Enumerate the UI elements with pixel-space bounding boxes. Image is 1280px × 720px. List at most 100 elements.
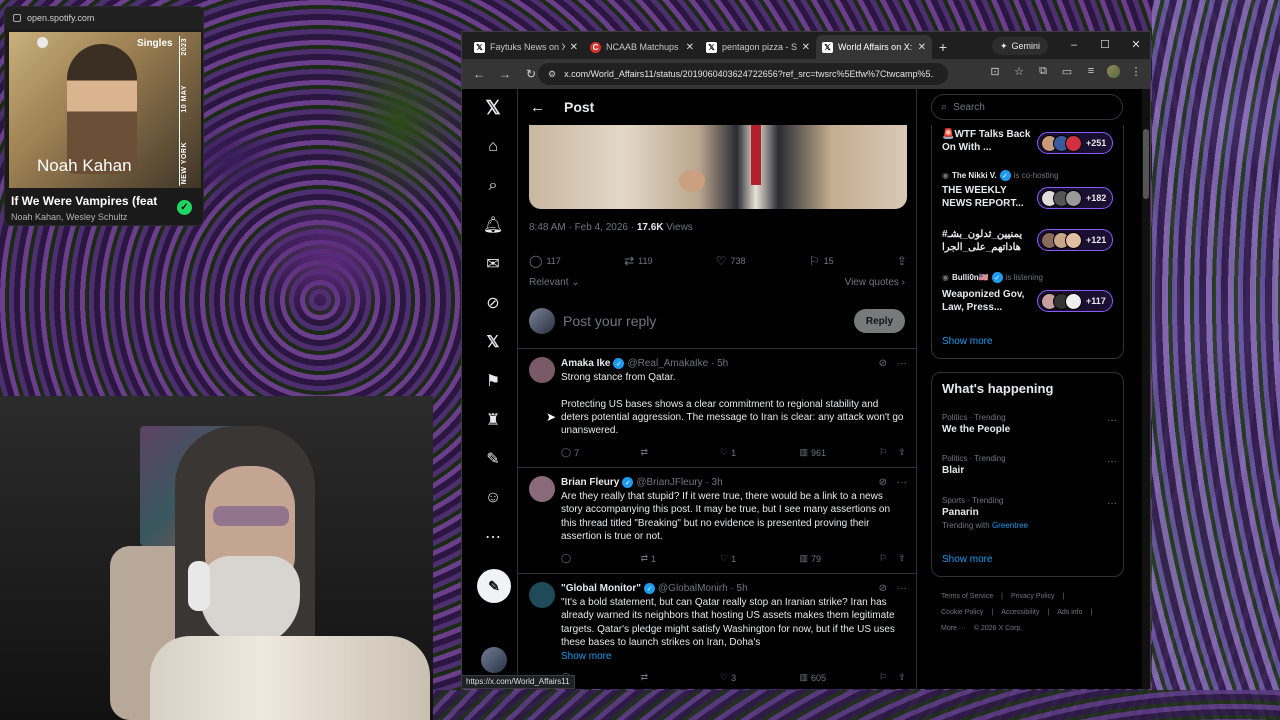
tweet-avatar[interactable] xyxy=(529,357,555,383)
sort-relevant-dropdown[interactable]: Relevant ⌄ xyxy=(529,277,580,288)
tab-ncaab[interactable]: C NCAAB Matchups 2 ✕ xyxy=(584,35,700,59)
maximize-button[interactable]: ☐ xyxy=(1090,35,1120,55)
bookmark-icon[interactable]: ⚐ xyxy=(879,672,887,683)
reading-list-icon[interactable]: ≡ xyxy=(1083,63,1099,79)
page-scrollbar[interactable] xyxy=(1142,89,1150,689)
track-artists[interactable]: Noah Kahan, Wesley Schultz xyxy=(11,212,127,222)
messages-envelope-icon[interactable]: ✉ xyxy=(483,254,503,274)
space-item[interactable]: #يمنيين_ثدلون_بشـ هاداتهم_على_الجرا +121 xyxy=(942,229,1117,254)
reply-submit-button[interactable]: Reply xyxy=(854,309,905,333)
tab-pentagon-pizza[interactable]: 𝕏 pentagon pizza - S ✕ xyxy=(700,35,816,59)
like-button[interactable]: ♡ 1 xyxy=(720,447,748,458)
more-dots-icon[interactable]: ··· xyxy=(1107,498,1117,509)
reply-button[interactable]: ◯ 7 xyxy=(561,447,589,458)
install-icon[interactable]: ⊡ xyxy=(987,63,1003,79)
reply-button[interactable]: ◯ 117 xyxy=(529,254,561,268)
menu-kebab-icon[interactable]: ⋮ xyxy=(1128,63,1144,79)
reply-tweet[interactable]: "Global Monitor" ✓ @GlobalMonirh · 5h ⊘ … xyxy=(518,574,916,689)
address-url[interactable]: x.com/World_Affairs11/status/20190604036… xyxy=(564,69,934,79)
tweet-author-handle[interactable]: @Real_AmakaIke · 5h xyxy=(627,358,728,369)
like-button[interactable]: ♡ 1 xyxy=(720,553,748,564)
more-dots-icon[interactable]: ··· xyxy=(897,358,907,369)
repost-button[interactable]: ⇄ 119 xyxy=(624,254,652,268)
space-listeners-pill[interactable]: +121 xyxy=(1037,229,1113,251)
bookmark-star-icon[interactable]: ☆ xyxy=(1011,63,1027,79)
grok-explain-icon[interactable]: ⊘ xyxy=(879,583,887,594)
jobs-icon[interactable]: ♜ xyxy=(483,410,503,430)
close-icon[interactable]: ✕ xyxy=(918,42,926,53)
more-dots-icon[interactable]: ··· xyxy=(897,477,907,488)
more-dots-icon[interactable]: ··· xyxy=(1107,415,1117,426)
repost-button[interactable]: ⇄ xyxy=(641,672,669,683)
site-settings-icon[interactable]: ⚙ xyxy=(548,69,556,80)
trends-show-more-link[interactable]: Show more xyxy=(942,554,993,565)
post-media-image[interactable] xyxy=(529,125,907,209)
forward-button[interactable]: → xyxy=(494,63,516,85)
views-button[interactable]: ▥ 961 xyxy=(800,447,828,458)
repost-button[interactable]: ⇄ 1 xyxy=(641,553,669,564)
tweet-avatar[interactable] xyxy=(529,582,555,608)
more-circle-icon[interactable]: ⋯ xyxy=(483,527,503,547)
space-item[interactable]: 🚨WTF Talks Back On With ... +251 xyxy=(942,129,1117,154)
close-icon[interactable]: ✕ xyxy=(802,42,810,53)
tweet-author-name[interactable]: Brian Fleury xyxy=(561,477,619,488)
footer-privacy-link[interactable]: Privacy Policy xyxy=(1011,593,1055,600)
tweet-author-handle[interactable]: @GlobalMonirh · 5h xyxy=(658,583,748,594)
spaces-show-more-link[interactable]: Show more xyxy=(942,336,993,347)
space-listeners-pill[interactable]: +251 xyxy=(1037,132,1113,154)
notifications-bell-icon[interactable]: 🔔︎ xyxy=(483,215,503,235)
bookmark-icon[interactable]: ⚐ xyxy=(879,447,887,458)
tweet-author-handle[interactable]: @BrianJFleury · 3h xyxy=(636,477,722,488)
more-dots-icon[interactable]: ··· xyxy=(897,583,907,594)
tab-faytuks[interactable]: 𝕏 Faytuks News on X: ✕ xyxy=(468,35,584,59)
trend-item[interactable]: Politics · Trending We the People ··· xyxy=(942,413,1117,435)
repost-button[interactable]: ⇄ xyxy=(641,447,669,458)
saved-check-icon[interactable]: ✓ xyxy=(177,200,192,215)
post-timestamp[interactable]: 8:48 AM · Feb 4, 2026 · xyxy=(529,222,637,233)
tweet-avatar[interactable] xyxy=(529,476,555,502)
views-button[interactable]: ▥ 605 xyxy=(800,672,828,683)
reply-tweet[interactable]: Amaka Ike ✓ @Real_AmakaIke · 5h ⊘ ··· St… xyxy=(518,349,916,468)
footer-terms-link[interactable]: Terms of Service xyxy=(941,593,993,600)
space-item[interactable]: ◉ The Nikki V. ✓ is co-hosting THE WEEKLY N… xyxy=(942,170,1117,210)
album-art[interactable]: Singles Noah Kahan 2023 10 MAY NEW YORK xyxy=(9,32,201,188)
more-dots-icon[interactable]: ··· xyxy=(1107,456,1117,467)
footer-accessibility-link[interactable]: Accessibility xyxy=(1001,609,1039,616)
footer-ads-info-link[interactable]: Ads info xyxy=(1057,609,1082,616)
grok-explain-icon[interactable]: ⊘ xyxy=(879,477,887,488)
space-item[interactable]: ◉ Bulli0n🇺🇸 ✓ is listening Weaponized Gov, … xyxy=(942,272,1117,314)
footer-more-link[interactable]: More ··· xyxy=(941,625,966,632)
like-button[interactable]: ♡ 3 xyxy=(720,672,748,683)
account-avatar[interactable] xyxy=(481,647,507,673)
communities-icon[interactable]: ✎ xyxy=(483,449,503,469)
profile-icon[interactable]: ☺ xyxy=(483,488,503,508)
view-quotes-link[interactable]: View quotes › xyxy=(845,277,905,288)
reply-tweet[interactable]: Brian Fleury ✓ @BrianJFleury · 3h ⊘ ··· … xyxy=(518,468,916,574)
share-icon[interactable]: ⇪ xyxy=(898,447,906,458)
track-title[interactable]: If We Were Vampires (feat xyxy=(11,194,166,208)
tweet-author-name[interactable]: Amaka Ike xyxy=(561,358,610,369)
bookmark-icon[interactable]: ⚐ xyxy=(879,553,887,564)
back-arrow-icon[interactable]: ← xyxy=(530,99,548,116)
cast-icon[interactable]: ▭ xyxy=(1059,63,1075,79)
share-button[interactable]: ⇪ xyxy=(897,254,907,268)
trend-context-link[interactable]: Greentree xyxy=(992,521,1028,530)
address-bar[interactable]: ⚙ x.com/World_Affairs11/status/201906040… xyxy=(538,63,948,85)
site-info-icon[interactable] xyxy=(13,14,21,22)
grok-explain-icon[interactable]: ⊘ xyxy=(879,358,887,369)
close-window-button[interactable]: ✕ xyxy=(1121,35,1151,55)
premium-x-icon[interactable]: 𝕏 xyxy=(483,332,503,352)
grok-icon[interactable]: ⊘ xyxy=(483,293,503,313)
share-icon[interactable]: ⇪ xyxy=(898,672,906,683)
reply-button[interactable]: ◯ xyxy=(561,553,589,564)
space-listeners-pill[interactable]: +182 xyxy=(1037,187,1113,209)
explore-search-icon[interactable]: ⌕ xyxy=(483,176,503,196)
footer-cookie-link[interactable]: Cookie Policy xyxy=(941,609,983,616)
views-button[interactable]: ▥ 79 xyxy=(800,553,828,564)
back-button[interactable]: ← xyxy=(468,63,490,85)
close-icon[interactable]: ✕ xyxy=(570,42,578,53)
close-icon[interactable]: ✕ xyxy=(686,42,694,53)
profile-avatar[interactable] xyxy=(1107,64,1120,78)
home-icon[interactable]: ⌂ xyxy=(483,137,503,157)
x-logo-icon[interactable]: 𝕏 xyxy=(483,98,503,119)
